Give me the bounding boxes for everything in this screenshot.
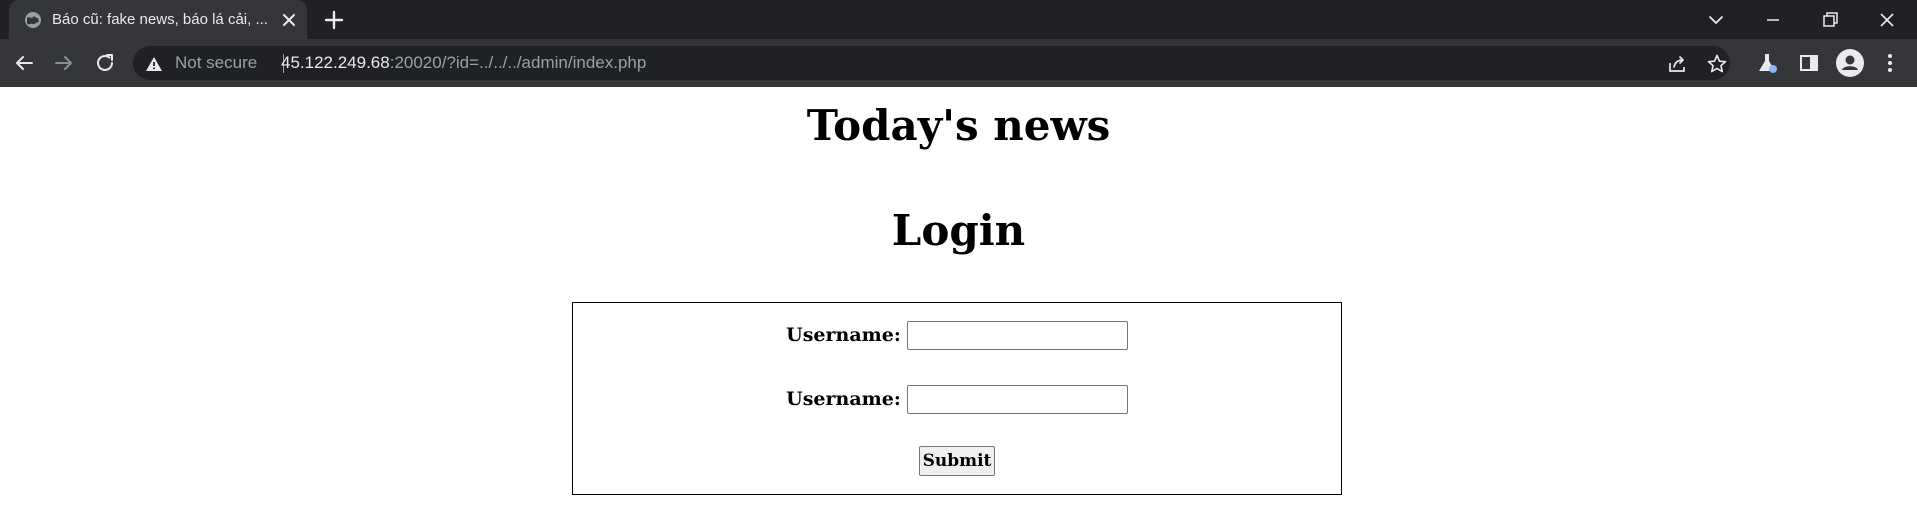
username-label: Username: <box>786 324 901 346</box>
username-row: Username: <box>573 320 1341 350</box>
site-title: Today's news <box>806 101 1111 150</box>
labs-flask-icon[interactable] <box>1755 51 1779 75</box>
tab-title: Báo cũ: fake news, báo lá cải, ... <box>52 11 268 28</box>
share-icon[interactable] <box>1666 53 1688 75</box>
active-tab[interactable]: Báo cũ: fake news, báo lá cải, ... <box>9 0 307 39</box>
tab-bar: Báo cũ: fake news, báo lá cải, ... <box>0 0 1917 39</box>
minimize-icon[interactable] <box>1759 6 1787 34</box>
bookmark-star-icon[interactable] <box>1706 53 1728 75</box>
reload-icon[interactable] <box>93 51 117 75</box>
side-panel-icon[interactable] <box>1797 51 1821 75</box>
globe-icon <box>25 12 41 28</box>
submit-button[interactable]: Submit <box>919 446 995 476</box>
security-label[interactable]: Not secure <box>175 53 257 73</box>
new-tab-icon[interactable] <box>322 8 346 32</box>
back-icon[interactable] <box>12 51 36 75</box>
second-username-input[interactable] <box>906 384 1128 414</box>
username-input[interactable] <box>906 320 1128 350</box>
second-username-row: Username: <box>573 384 1341 414</box>
profile-avatar[interactable] <box>1836 49 1864 77</box>
address-bar[interactable]: Not secure 45.122.249.68:20020/?id=../..… <box>133 46 1730 80</box>
warning-icon[interactable] <box>145 55 163 73</box>
second-username-label: Username: <box>786 388 901 410</box>
page-content: Today's news Login Username: Username: S… <box>0 87 1917 515</box>
url-text[interactable]: 45.122.249.68:20020/?id=../../../admin/i… <box>281 53 646 73</box>
tab-search-icon[interactable] <box>1702 6 1730 34</box>
more-menu-icon[interactable] <box>1878 51 1902 75</box>
forward-icon[interactable] <box>52 51 76 75</box>
url-host: 45.122.249.68 <box>281 53 390 72</box>
login-form: Username: Username: Submit <box>572 302 1342 495</box>
close-window-icon[interactable] <box>1873 6 1901 34</box>
url-path: :20020/?id=../../../admin/index.php <box>389 53 647 72</box>
browser-toolbar: Not secure 45.122.249.68:20020/?id=../..… <box>0 39 1917 87</box>
login-title: Login <box>891 206 1026 255</box>
close-tab-icon[interactable] <box>279 10 299 30</box>
person-icon <box>1842 55 1858 70</box>
restore-icon[interactable] <box>1816 6 1844 34</box>
